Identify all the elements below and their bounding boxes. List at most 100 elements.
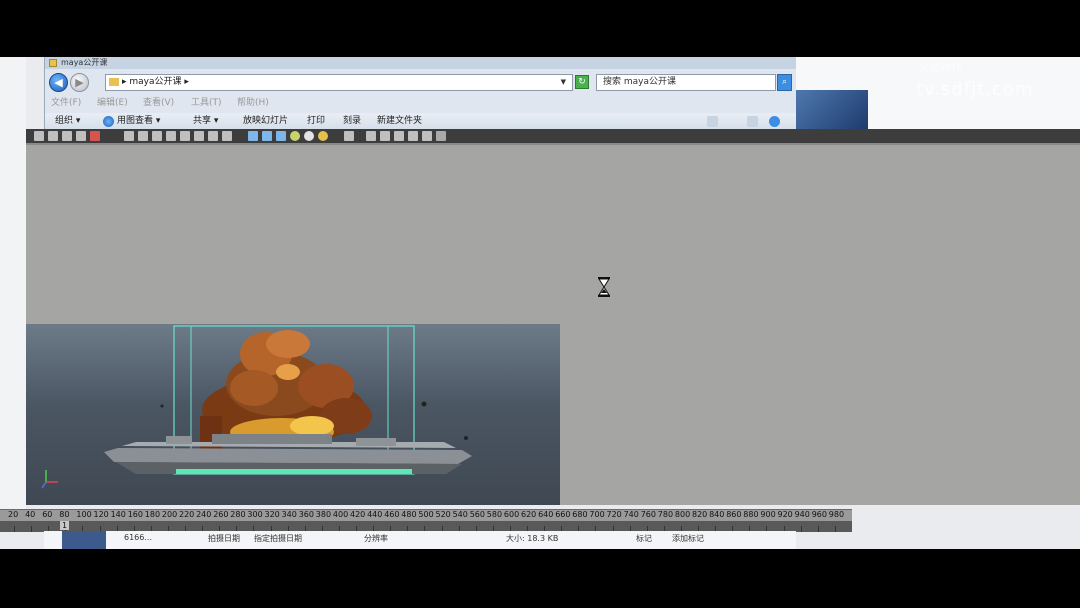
desktop-left-strip [0, 57, 26, 509]
depth-of-field-icon[interactable] [422, 131, 432, 141]
use-default-material-icon[interactable] [248, 131, 258, 141]
wireframe-icon[interactable] [208, 131, 218, 141]
debris-particle [421, 401, 427, 407]
time-slider-tick-mark [817, 526, 819, 532]
time-slider-tick-label: 320 [264, 510, 280, 519]
time-slider-tick-label: 500 [418, 510, 434, 519]
wireframe-on-shaded-icon[interactable] [262, 131, 272, 141]
refresh-button[interactable]: ↻ [575, 75, 589, 89]
time-slider-tick-label: 940 [794, 510, 810, 519]
time-slider-tick-label: 180 [144, 510, 161, 519]
preview-button[interactable]: 用图查看 ▾ [117, 113, 160, 129]
time-slider-tick-label: 160 [127, 510, 143, 519]
all-lights-icon[interactable] [304, 131, 314, 141]
safe-title-icon[interactable] [194, 131, 204, 141]
field-chart-icon[interactable] [166, 131, 176, 141]
bookmark-icon[interactable] [62, 131, 72, 141]
preview-pane-icon[interactable] [747, 116, 758, 127]
time-slider-tick-label: 780 [657, 510, 674, 519]
antialiasing-icon[interactable] [408, 131, 418, 141]
search-input[interactable]: 搜索 maya公开课 [596, 74, 776, 91]
watermark-site: tv.sdfjt.com [916, 79, 1034, 100]
screen-frame: maya公开课 ◀ ▶ ▸ maya公开课 ▸ ▼ ↻ 搜索 maya公开课 ⌕… [0, 57, 1080, 549]
command-bar: 组织 ▾ 用图查看 ▾ 共享 ▾ 放映幻灯片 打印 刻录 新建文件夹 [45, 113, 797, 129]
time-slider-tick-label: 740 [623, 510, 639, 519]
time-slider-tick-label: 400 [332, 510, 349, 519]
print-button[interactable]: 打印 [307, 113, 325, 129]
current-frame-indicator[interactable]: 1 [60, 521, 70, 530]
share-button[interactable]: 共享 ▾ [193, 113, 218, 129]
time-slider-tick-label: 900 [760, 510, 776, 519]
organize-button[interactable]: 组织 ▾ [55, 113, 80, 129]
time-slider-tick-label: 640 [538, 510, 554, 519]
view-options-icon[interactable] [707, 116, 718, 127]
time-slider-tick-label: 600 [503, 510, 520, 519]
chevron-down-icon[interactable]: ▼ [561, 75, 566, 90]
menu-tools[interactable]: 工具(T) [191, 95, 222, 111]
time-slider-tick-label: 20 [8, 510, 19, 519]
camera-icon[interactable] [34, 131, 44, 141]
details-item: 6166... [124, 533, 152, 542]
details-item: 拍摄日期 [208, 534, 240, 543]
xray-icon[interactable] [276, 131, 286, 141]
xray-joints-icon[interactable] [366, 131, 376, 141]
time-slider-tick-label: 480 [401, 510, 417, 519]
explorer-titlebar: maya公开课 [45, 57, 797, 69]
time-slider-tick-label: 460 [384, 510, 400, 519]
watermark-top: 火星时代 [918, 61, 962, 74]
time-slider-tick-label: 220 [179, 510, 195, 519]
safe-action-icon[interactable] [180, 131, 190, 141]
debris-particle [160, 404, 164, 408]
address-bar[interactable]: ▸ maya公开课 ▸ ▼ [105, 74, 573, 91]
default-lighting-icon[interactable] [290, 131, 300, 141]
time-slider-tick-label: 560 [469, 510, 485, 519]
details-item: 标记 [636, 534, 652, 543]
time-slider-tick-label: 140 [110, 510, 126, 519]
time-slider-tick-label: 860 [726, 510, 742, 519]
isolate-select-icon[interactable] [344, 131, 354, 141]
shadows-icon[interactable] [318, 131, 328, 141]
new-folder-button[interactable]: 新建文件夹 [377, 113, 422, 129]
image-plane-icon[interactable] [76, 131, 86, 141]
time-slider[interactable]: 20 40 60 80 100 120 140 160 180 200 220 240 260 280 30… [0, 509, 852, 532]
smooth-shade-icon[interactable] [222, 131, 232, 141]
search-button[interactable]: ⌕ [777, 74, 792, 91]
time-slider-tick-label: 40 [25, 510, 36, 519]
file-thumbnail [62, 531, 106, 549]
time-slider-tick-label: 720 [606, 510, 622, 519]
time-slider-tick-label: 880 [743, 510, 759, 519]
grid-icon[interactable] [90, 131, 100, 141]
folder-icon [49, 59, 57, 67]
help-icon[interactable] [769, 116, 780, 127]
gate-mask-icon[interactable] [152, 131, 162, 141]
menu-file[interactable]: 文件(F) [51, 95, 81, 111]
time-slider-tick-label: 660 [555, 510, 571, 519]
time-slider-tick-label: 240 [196, 510, 212, 519]
back-button[interactable]: ◀ [49, 73, 68, 92]
time-slider-tick-label: 420 [350, 510, 366, 519]
time-slider-tick-mark [14, 526, 15, 532]
menu-edit[interactable]: 编辑(E) [97, 95, 128, 111]
playblast-icon[interactable] [436, 131, 446, 141]
menu-help[interactable]: 帮助(H) [237, 95, 269, 111]
battleship-model [104, 434, 472, 474]
hourglass-cursor-icon [598, 277, 610, 297]
slideshow-button[interactable]: 放映幻灯片 [243, 113, 288, 129]
render-preview [26, 324, 560, 505]
film-gate-icon[interactable] [124, 131, 134, 141]
camera-attributes-icon[interactable] [48, 131, 58, 141]
high-quality-icon[interactable] [380, 131, 390, 141]
time-slider-tick-label: 80 [59, 510, 70, 519]
time-slider-tick-label: 980 [828, 510, 845, 519]
ship-explosion-scene [41, 325, 472, 489]
time-slider-tick-label: 60 [42, 510, 53, 519]
resolution-gate-icon[interactable] [138, 131, 148, 141]
time-slider-tick-label: 100 [76, 510, 92, 519]
forward-button[interactable]: ▶ [70, 73, 89, 92]
details-item: 指定拍摄日期 [254, 534, 302, 543]
time-slider-tick-label: 300 [247, 510, 263, 519]
ambient-occlusion-icon[interactable] [394, 131, 404, 141]
menu-view[interactable]: 查看(V) [143, 95, 174, 111]
burn-button[interactable]: 刻录 [343, 113, 361, 129]
time-slider-tick-label: 760 [640, 510, 656, 519]
